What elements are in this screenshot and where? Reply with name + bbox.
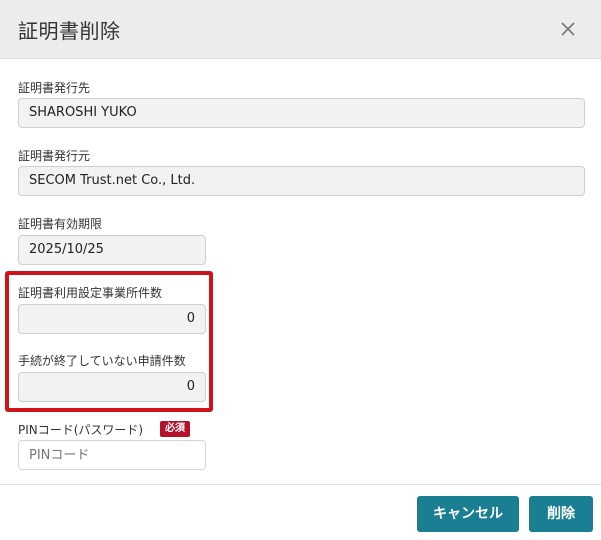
cancel-button[interactable]: キャンセル bbox=[417, 496, 519, 532]
close-icon[interactable] bbox=[555, 16, 581, 42]
issuer-label: 証明書発行元 bbox=[18, 149, 91, 163]
issued-to-label: 証明書発行先 bbox=[18, 81, 91, 95]
office-count-field: 0 bbox=[18, 304, 206, 334]
required-badge: 必須 bbox=[160, 421, 190, 437]
delete-button[interactable]: 削除 bbox=[529, 496, 593, 532]
footer-divider bbox=[0, 484, 601, 485]
pending-count-field: 0 bbox=[18, 372, 206, 402]
expiry-field: 2025/10/25 bbox=[18, 235, 206, 265]
dialog-title: 証明書削除 bbox=[18, 19, 121, 43]
issuer-field: SECOM Trust.net Co., Ltd. bbox=[18, 166, 585, 196]
office-count-label: 証明書利用設定事業所件数 bbox=[18, 286, 163, 300]
expiry-label: 証明書有効期限 bbox=[18, 217, 103, 231]
pin-input[interactable] bbox=[18, 440, 206, 470]
dialog-header: 証明書削除 bbox=[0, 0, 601, 59]
pin-label: PINコード(パスワード) bbox=[18, 423, 144, 437]
issued-to-field: SHAROSHI YUKO bbox=[18, 98, 585, 128]
pending-count-label: 手続が終了していない申請件数 bbox=[18, 354, 186, 368]
